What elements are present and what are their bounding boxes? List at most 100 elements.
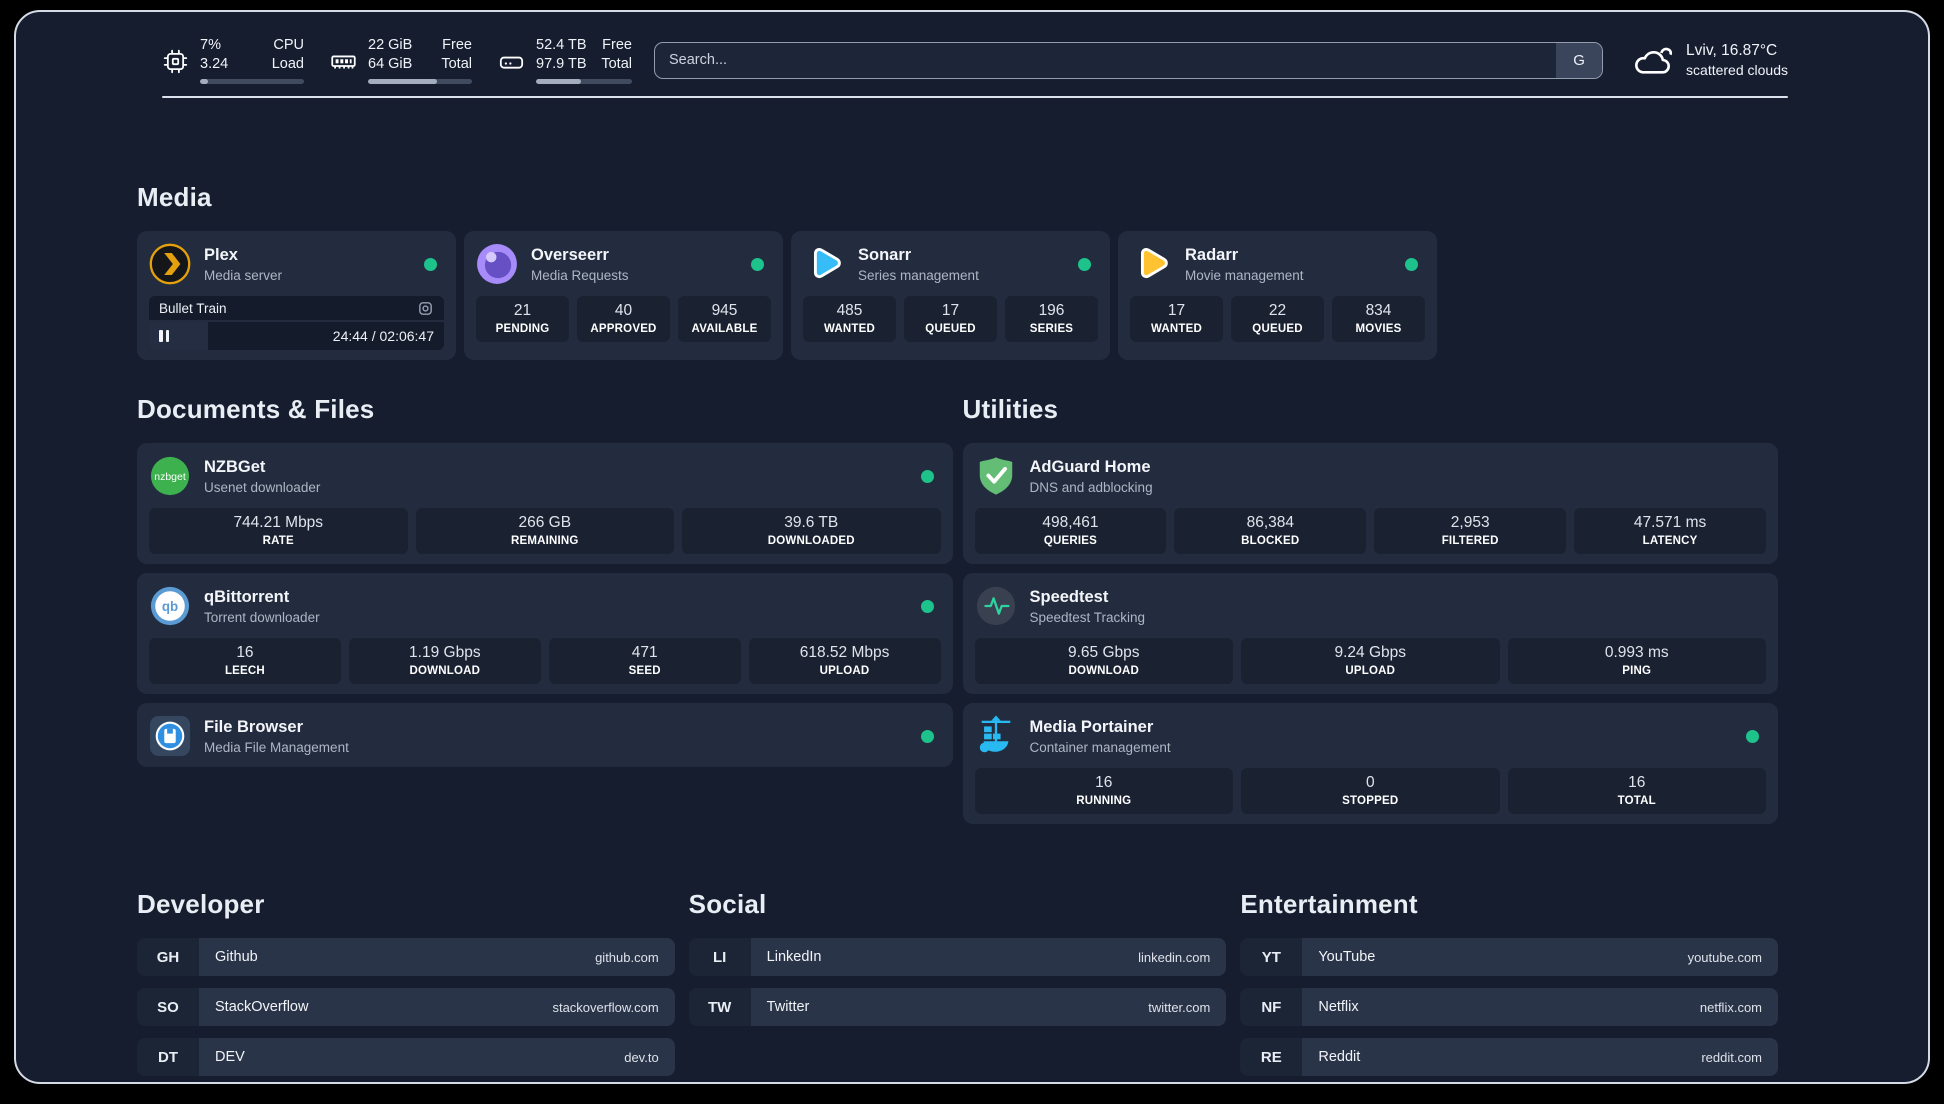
bookmark-name: YouTube	[1318, 949, 1376, 965]
plex-now-playing: Bullet Train 24:44 / 02:06:47	[149, 296, 444, 350]
bookmark-abbr: SO	[137, 988, 199, 1026]
stat-downloaded: 39.6 TB DOWNLOADED	[682, 508, 941, 554]
bookmark-url: github.com	[595, 949, 659, 965]
bookmark-stackoverflow[interactable]: SO StackOverflow stackoverflow.com	[137, 988, 675, 1026]
settings-icon[interactable]	[417, 300, 434, 317]
memory-values: 22 GiB 64 GiB	[368, 36, 412, 74]
disk-progress-fill	[536, 79, 582, 84]
playback-progressbar: 24:44 / 02:06:47	[149, 322, 444, 350]
bookmark-url: youtube.com	[1687, 949, 1763, 965]
bookmark-name: Netflix	[1318, 999, 1359, 1015]
bookmark-group-social: Social LI LinkedIn linkedin.com TW Twitt…	[688, 889, 1227, 1082]
stat-upload: 9.24 Gbps UPLOAD	[1241, 638, 1500, 684]
qbittorrent-card[interactable]: qb qBittorrent Torrent downloader 16 LEE…	[137, 573, 953, 694]
bookmark-abbr: GH	[137, 938, 199, 976]
adguard-icon	[979, 457, 1012, 495]
bookmark-linkedin[interactable]: LI LinkedIn linkedin.com	[688, 938, 1227, 976]
bookmark-github[interactable]: GH Github github.com	[137, 938, 675, 976]
bookmark-abbr: YT	[1240, 938, 1303, 976]
pause-icon	[159, 330, 169, 342]
weather-widget: Lviv, 16.87°C scattered clouds	[1633, 41, 1788, 79]
app-name: Plex	[204, 245, 238, 264]
bookmark-url: linkedin.com	[1138, 949, 1211, 965]
app-description: Speedtest Tracking	[1029, 609, 1146, 625]
plex-card[interactable]: Plex Media server Bullet Train 24:44 / 0…	[137, 231, 456, 360]
stat-running: 16 RUNNING	[974, 768, 1233, 814]
cpu-progress-fill	[200, 79, 209, 84]
bookmark-dev[interactable]: DT DEV dev.to	[137, 1038, 675, 1076]
stat-pending: 21 PENDING	[476, 296, 569, 342]
sonarr-card[interactable]: Sonarr Series management 485 WANTED 17 Q…	[791, 231, 1110, 360]
app-name: Media Portainer	[1029, 717, 1154, 736]
status-dot	[1746, 729, 1759, 743]
dashboard-window: 7% 3.24 CPU Load 22 GiB 64 GiB Free Tota…	[14, 10, 1930, 1084]
media-section: Plex Media server Bullet Train 24:44 / 0…	[137, 231, 1778, 360]
app-description: DNS and adblocking	[1029, 479, 1153, 495]
stat-queries: 498,461 QUERIES	[974, 508, 1167, 554]
stat-seed: 471 SEED	[548, 638, 741, 684]
ram-icon	[331, 55, 356, 69]
nzbget-card[interactable]: nzbget NZBGet Usenet downloader 744.21 M…	[137, 443, 953, 564]
cpu-widget: 7% 3.24 CPU Load	[162, 36, 304, 84]
bookmark-name: DEV	[215, 1049, 245, 1065]
app-name: Overseerr	[531, 245, 609, 264]
app-name: NZBGet	[204, 457, 266, 476]
weather-location-temp: Lviv, 16.87°C	[1686, 42, 1778, 59]
plex-icon	[149, 243, 191, 285]
cpu-values: 7% 3.24	[200, 36, 228, 74]
stat-total: 16 TOTAL	[1507, 768, 1766, 814]
documents-section-title: Documents & Files	[137, 394, 375, 424]
system-resources: 7% 3.24 CPU Load 22 GiB 64 GiB Free Tota…	[162, 36, 632, 84]
cpu-icon	[163, 49, 188, 74]
status-dot	[1405, 257, 1418, 271]
stat-download: 9.65 Gbps DOWNLOAD	[974, 638, 1233, 684]
status-dot	[424, 257, 437, 271]
app-name: Sonarr	[858, 245, 912, 264]
bookmark-name: Github	[215, 949, 258, 965]
stat-rate: 744.21 Mbps RATE	[149, 508, 408, 554]
entertainment-section-title: Entertainment	[1240, 889, 1418, 919]
app-description: Media server	[204, 267, 283, 283]
stat-filtered: 2,953 FILTERED	[1374, 508, 1567, 554]
top-bar: 7% 3.24 CPU Load 22 GiB 64 GiB Free Tota…	[162, 36, 1788, 84]
stat-available: 945 AVAILABLE	[678, 296, 771, 342]
qbittorrent-icon: qb	[150, 586, 190, 626]
radarr-card[interactable]: Radarr Movie management 17 WANTED 22 QUE…	[1118, 231, 1437, 360]
bookmark-name: Twitter	[766, 999, 810, 1015]
cpu-usage: 7%	[200, 37, 221, 53]
disk-widget: 52.4 TB 97.9 TB Free Total	[498, 36, 632, 84]
memory-progress-fill	[368, 79, 437, 84]
cpu-labels: CPU Load	[271, 37, 304, 72]
radarr-icon	[1140, 247, 1168, 279]
stat-ping: 0.993 ms PING	[1507, 638, 1766, 684]
bookmark-youtube[interactable]: YT YouTube youtube.com	[1240, 938, 1779, 976]
speedtest-card[interactable]: Speedtest Speedtest Tracking 9.65 Gbps D…	[962, 573, 1778, 694]
status-dot	[920, 729, 934, 743]
svg-text:qb: qb	[162, 599, 178, 614]
stat-wanted: 17 WANTED	[1130, 296, 1223, 342]
app-name: qBittorrent	[204, 587, 290, 606]
bookmark-name: StackOverflow	[215, 999, 309, 1015]
playback-time: 24:44 / 02:06:47	[332, 328, 434, 344]
app-description: Movie management	[1185, 267, 1304, 283]
search-input[interactable]	[655, 42, 1557, 78]
filebrowser-card[interactable]: File Browser Media File Management	[137, 703, 953, 767]
bookmark-abbr: TW	[688, 988, 751, 1026]
bookmark-reddit[interactable]: RE Reddit reddit.com	[1240, 1038, 1779, 1076]
documents-section: Documents & Files nzbget NZBGet Usenet d…	[137, 394, 953, 833]
stat-approved: 40 APPROVED	[577, 296, 670, 342]
bookmark-netflix[interactable]: NF Netflix netflix.com	[1240, 988, 1779, 1026]
bookmark-twitter[interactable]: TW Twitter twitter.com	[688, 988, 1227, 1026]
now-playing-title: Bullet Train	[159, 300, 227, 316]
adguard-card[interactable]: AdGuard Home DNS and adblocking 498,461 …	[962, 443, 1778, 564]
search-engine-button[interactable]: G	[1556, 42, 1603, 78]
overseerr-card[interactable]: Overseerr Media Requests 21 PENDING 40 A…	[464, 231, 783, 360]
filebrowser-icon	[149, 715, 191, 757]
bookmark-url: twitter.com	[1148, 999, 1211, 1015]
stat-wanted: 485 WANTED	[803, 296, 896, 342]
bookmark-abbr: NF	[1240, 988, 1303, 1026]
media-section-title: Media	[137, 182, 212, 212]
portainer-card[interactable]: Media Portainer Container management 16 …	[962, 703, 1778, 824]
app-description: Container management	[1029, 739, 1171, 755]
app-name: Radarr	[1185, 245, 1239, 264]
